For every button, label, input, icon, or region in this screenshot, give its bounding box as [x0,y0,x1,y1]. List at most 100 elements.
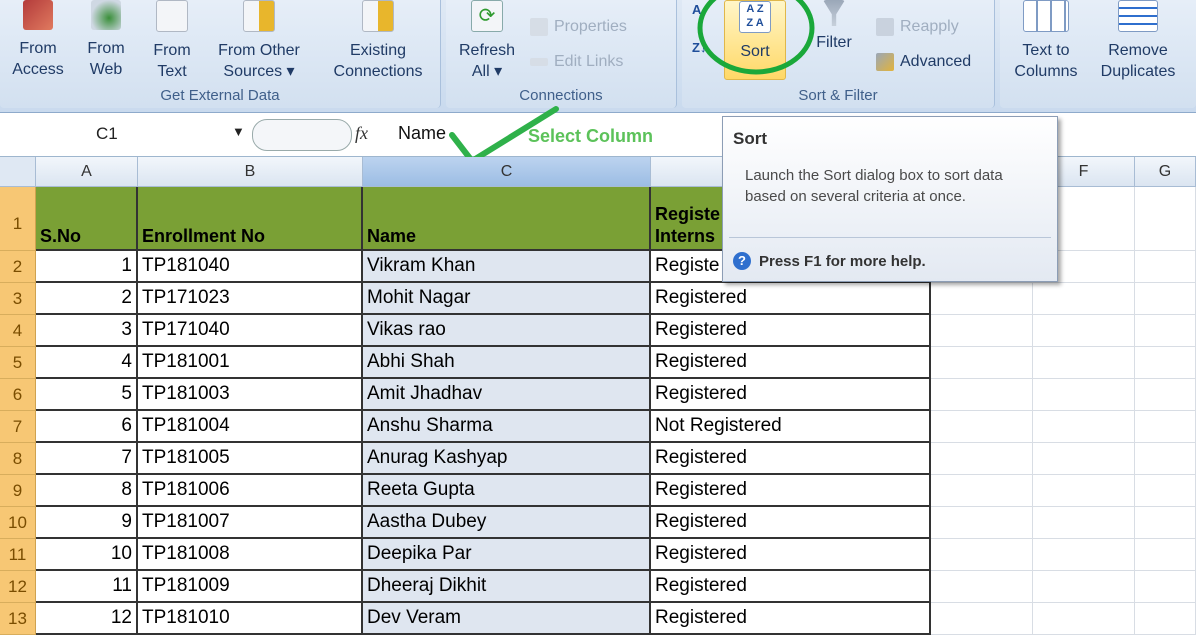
column-header-c[interactable]: C [363,157,651,187]
empty-cell[interactable] [1033,379,1135,411]
empty-cell[interactable] [931,315,1033,347]
existing-connections-button[interactable]: Existing Connections [322,0,434,82]
empty-cell[interactable] [1135,475,1196,507]
cell-d[interactable]: Registered [651,603,931,635]
cell-d[interactable]: Not Registered [651,411,931,443]
empty-cell[interactable] [1033,603,1135,635]
cell-d[interactable]: Registered [651,379,931,411]
empty-cell[interactable] [931,411,1033,443]
empty-cell[interactable] [931,539,1033,571]
cell-b[interactable]: TP181040 [138,251,363,283]
cell-b[interactable]: TP181009 [138,571,363,603]
cell-b[interactable]: TP181010 [138,603,363,635]
cell-c[interactable]: Vikram Khan [363,251,651,283]
cell-c[interactable]: Anurag Kashyap [363,443,651,475]
cell-d[interactable]: Registered [651,347,931,379]
empty-cell[interactable] [1135,251,1196,283]
empty-cell[interactable] [1033,411,1135,443]
empty-cell[interactable] [931,379,1033,411]
empty-cell[interactable] [931,443,1033,475]
row-header[interactable]: 5 [0,347,36,379]
cell-b[interactable]: TP181008 [138,539,363,571]
cell-b[interactable]: TP181006 [138,475,363,507]
formula-bar-resize-control[interactable] [252,119,352,151]
cell-c[interactable]: Mohit Nagar [363,283,651,315]
empty-cell[interactable] [931,571,1033,603]
row-header[interactable]: 11 [0,539,36,571]
formula-input[interactable]: Name [398,123,446,144]
empty-cell[interactable] [1135,443,1196,475]
empty-cell[interactable] [1033,475,1135,507]
header-cell-a[interactable]: S.No [36,187,138,251]
row-header[interactable]: 9 [0,475,36,507]
empty-cell[interactable] [1135,539,1196,571]
column-header-b[interactable]: B [138,157,363,187]
empty-cell[interactable] [1135,571,1196,603]
cell-c[interactable]: Vikas rao [363,315,651,347]
column-header-g[interactable]: G [1135,157,1196,187]
cell-d[interactable]: Registered [651,475,931,507]
empty-cell[interactable] [931,283,1033,315]
remove-duplicates-button[interactable]: Remove Duplicates [1092,0,1184,82]
insert-function-icon[interactable]: fx [355,123,368,144]
cell-d[interactable]: Registered [651,443,931,475]
reapply-button[interactable]: Reapply [876,18,959,36]
row-header[interactable]: 10 [0,507,36,539]
cell-a[interactable]: 8 [36,475,138,507]
cell-b[interactable]: TP171040 [138,315,363,347]
cell-c[interactable]: Deepika Par [363,539,651,571]
cell-c[interactable]: Dev Veram [363,603,651,635]
row-header[interactable]: 6 [0,379,36,411]
from-other-sources-button[interactable]: From Other Sources ▾ [206,0,312,82]
refresh-all-button[interactable]: ⟳ Refresh All ▾ [452,0,522,82]
row-header[interactable]: 7 [0,411,36,443]
empty-cell[interactable] [1033,507,1135,539]
empty-cell[interactable] [1135,411,1196,443]
empty-cell[interactable] [1033,283,1135,315]
row-header[interactable]: 1 [0,187,36,251]
cell-a[interactable]: 10 [36,539,138,571]
cell-c[interactable]: Aastha Dubey [363,507,651,539]
cell-d[interactable]: Registered [651,571,931,603]
header-cell-b[interactable]: Enrollment No [138,187,363,251]
cell-a[interactable]: 1 [36,251,138,283]
cell-a[interactable]: 6 [36,411,138,443]
empty-cell[interactable] [1135,347,1196,379]
empty-cell[interactable] [1135,187,1196,251]
cell-c[interactable]: Abhi Shah [363,347,651,379]
cell-a[interactable]: 3 [36,315,138,347]
cell-d[interactable]: Registered [651,539,931,571]
advanced-button[interactable]: Advanced [876,53,971,71]
row-header[interactable]: 13 [0,603,36,635]
header-cell-c[interactable]: Name [363,187,651,251]
cell-c[interactable]: Reeta Gupta [363,475,651,507]
empty-cell[interactable] [1135,507,1196,539]
empty-cell[interactable] [1033,571,1135,603]
edit-links-button[interactable]: Edit Links [530,53,623,71]
cell-a[interactable]: 7 [36,443,138,475]
cell-d[interactable]: Registered [651,315,931,347]
cell-a[interactable]: 5 [36,379,138,411]
empty-cell[interactable] [1135,283,1196,315]
empty-cell[interactable] [931,507,1033,539]
empty-cell[interactable] [1033,347,1135,379]
cell-a[interactable]: 4 [36,347,138,379]
cell-b[interactable]: TP181001 [138,347,363,379]
cell-a[interactable]: 2 [36,283,138,315]
cell-b[interactable]: TP181007 [138,507,363,539]
empty-cell[interactable] [931,603,1033,635]
chevron-down-icon[interactable]: ▼ [232,124,245,139]
empty-cell[interactable] [1033,539,1135,571]
empty-cell[interactable] [1135,603,1196,635]
text-to-columns-button[interactable]: Text to Columns [1008,0,1084,82]
column-header-a[interactable]: A [36,157,138,187]
from-text-button[interactable]: From Text [142,0,202,82]
from-web-button[interactable]: From Web [76,0,136,80]
empty-cell[interactable] [1033,315,1135,347]
empty-cell[interactable] [931,475,1033,507]
row-header[interactable]: 2 [0,251,36,283]
cell-a[interactable]: 9 [36,507,138,539]
name-box[interactable]: C1 ▼ [8,121,246,147]
cell-b[interactable]: TP181005 [138,443,363,475]
cell-c[interactable]: Amit Jhadhav [363,379,651,411]
